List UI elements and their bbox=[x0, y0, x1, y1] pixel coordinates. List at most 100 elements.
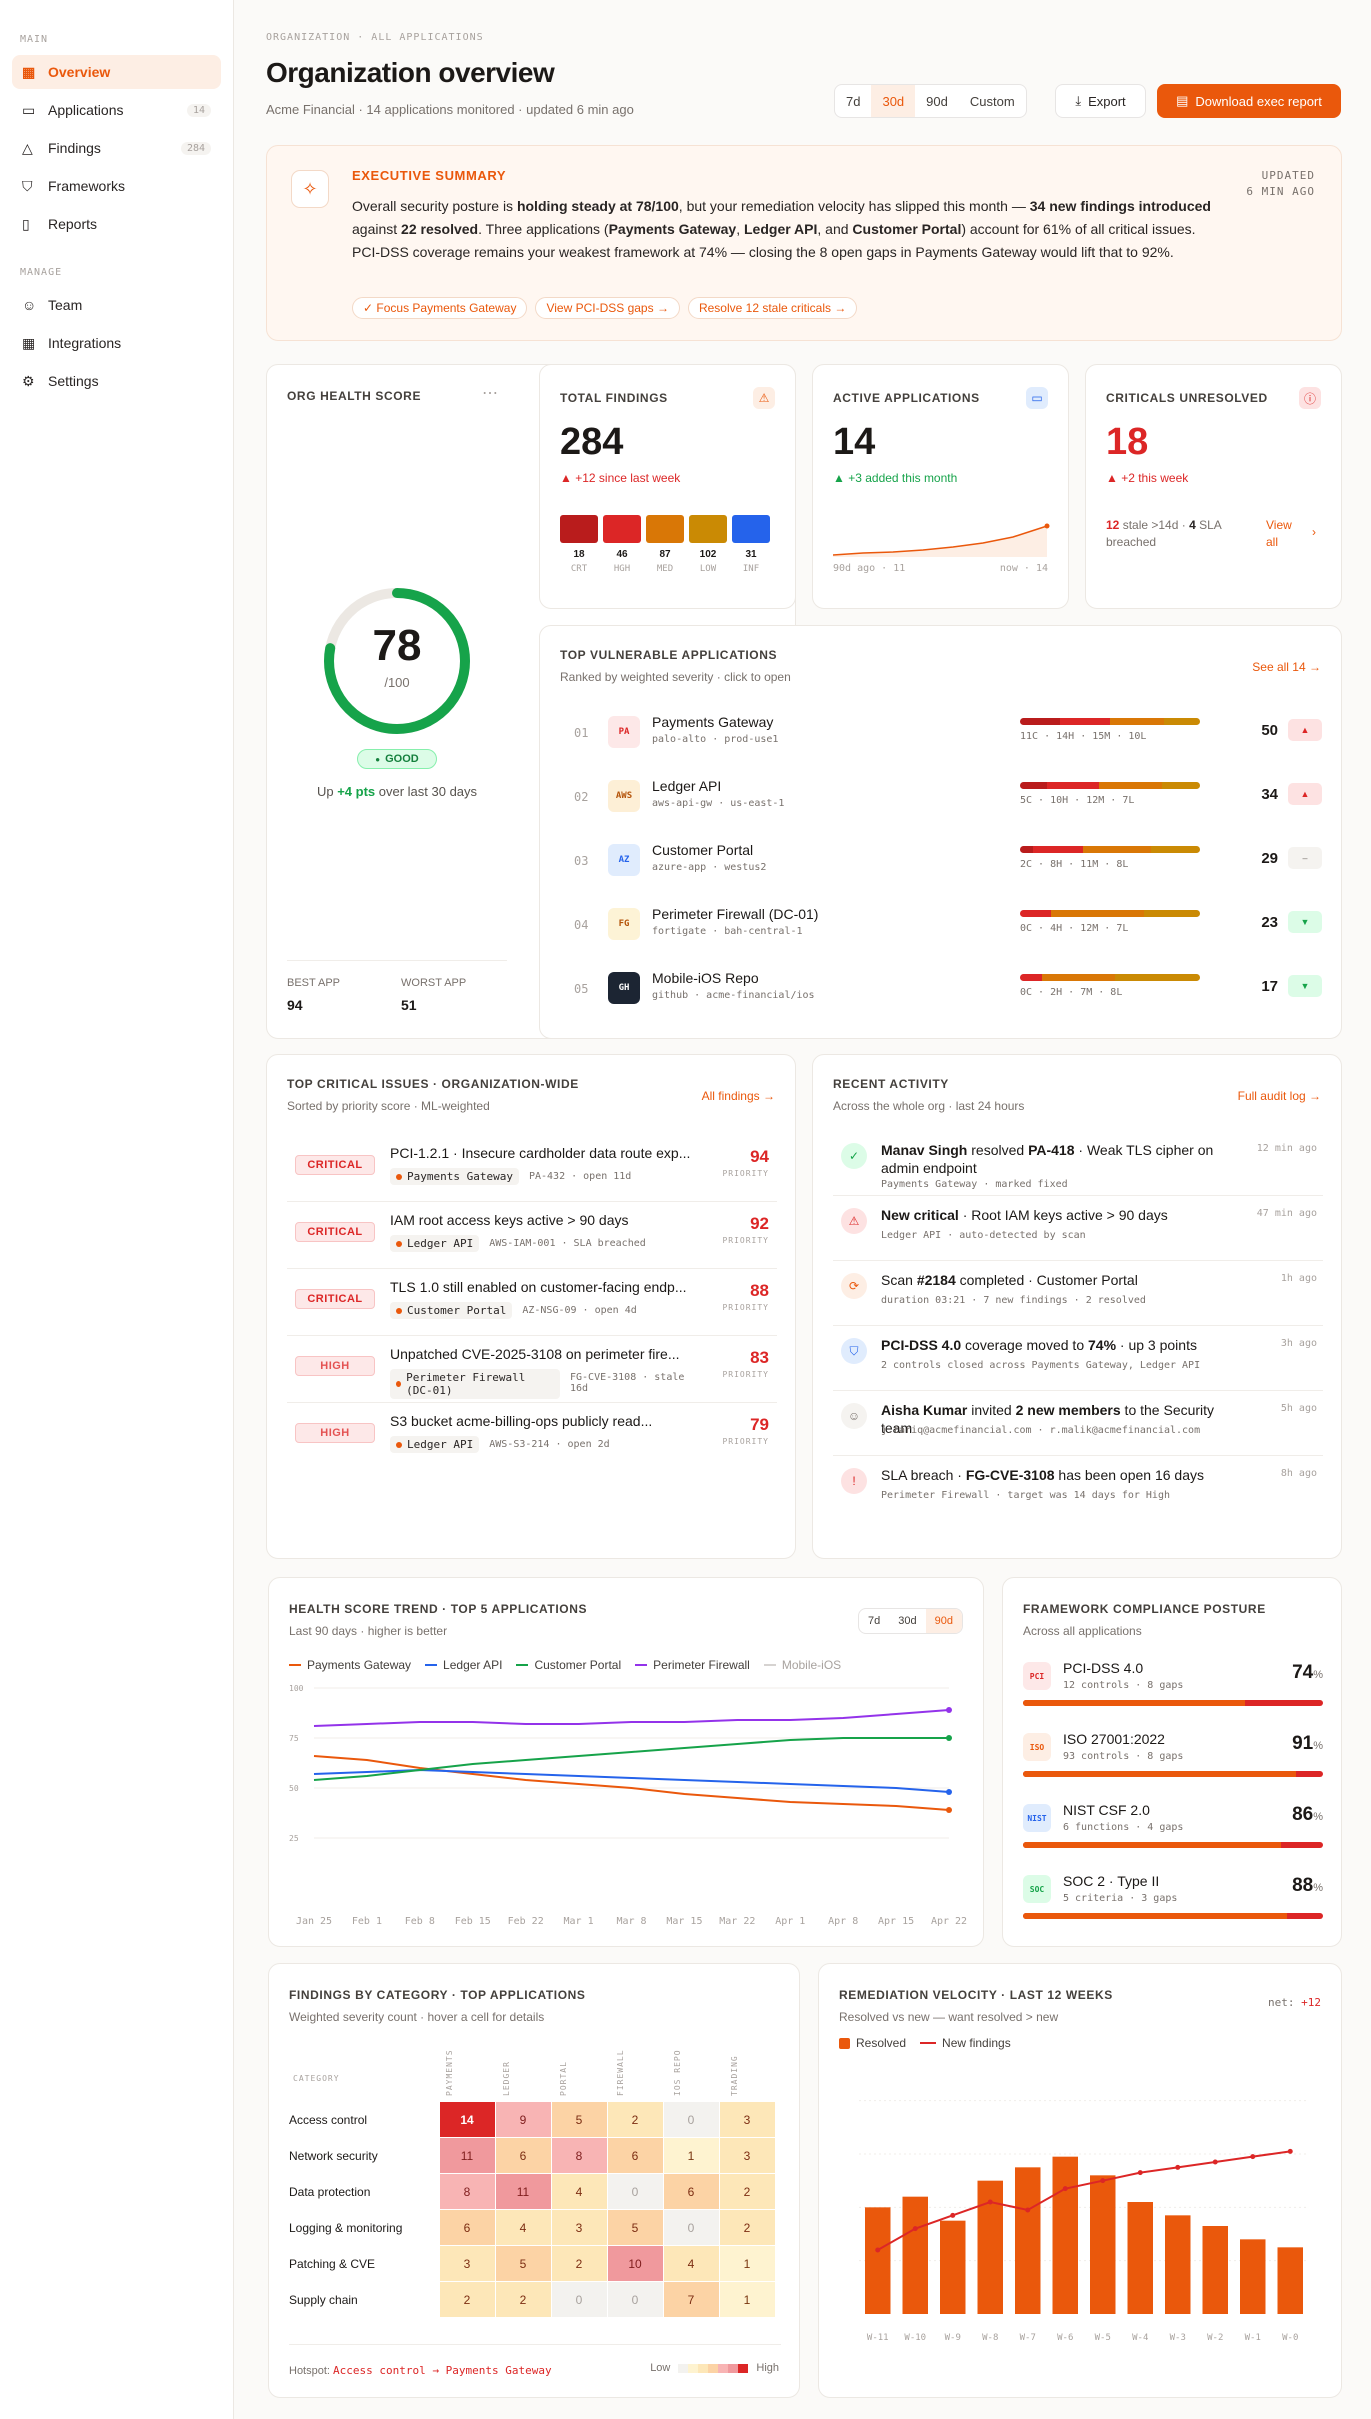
vulnerable-app-row[interactable]: 04 FG Perimeter Firewall (DC-01) fortigate … bbox=[560, 898, 1323, 962]
heatmap-cell[interactable]: 2 bbox=[606, 2101, 664, 2138]
heatmap-cell[interactable]: 6 bbox=[662, 2173, 720, 2210]
heatmap-cell[interactable]: 6 bbox=[494, 2137, 552, 2174]
range-90d[interactable]: 90d bbox=[915, 85, 959, 117]
range-7d[interactable]: 7d bbox=[835, 85, 871, 117]
heatmap-cell[interactable]: 1 bbox=[718, 2281, 776, 2318]
heatmap-cell[interactable]: 5 bbox=[550, 2101, 608, 2138]
export-button[interactable]: ⤓ Export bbox=[1055, 84, 1146, 118]
all-findings-link[interactable]: All findings → bbox=[702, 1089, 775, 1103]
active-apps-delta: ▲ +3 added this month bbox=[833, 471, 958, 485]
vulnerable-app-row[interactable]: 01 PA Payments Gateway palo-alto · prod-use… bbox=[560, 706, 1323, 770]
sidebar-item-findings[interactable]: △ Findings 284 bbox=[12, 131, 221, 165]
heatmap-cell[interactable]: 0 bbox=[662, 2209, 720, 2246]
heatmap-cell[interactable]: 3 bbox=[718, 2137, 776, 2174]
heatmap-cell[interactable]: 7 bbox=[662, 2281, 720, 2318]
sidebar-item-applications[interactable]: ▭ Applications 14 bbox=[12, 93, 221, 127]
sidebar-item-team[interactable]: ☺ Team bbox=[12, 288, 221, 322]
issue-row[interactable]: HIGH S3 bucket acme-billing-ops publicly … bbox=[287, 1403, 777, 1470]
issue-row[interactable]: CRITICAL PCI-1.2.1 · Insecure cardholder … bbox=[287, 1135, 777, 1202]
see-all-apps-link[interactable]: See all 14 → bbox=[1252, 660, 1321, 674]
heatmap-cell[interactable]: 2 bbox=[718, 2173, 776, 2210]
resolved-bar bbox=[865, 2207, 891, 2314]
heatmap-cell[interactable]: 9 bbox=[494, 2101, 552, 2138]
heatmap-cell[interactable]: 10 bbox=[606, 2245, 664, 2282]
trend-x-tick: Feb 15 bbox=[455, 1916, 491, 1927]
heatmap-cell[interactable]: 2 bbox=[718, 2209, 776, 2246]
severity-count: 102 bbox=[699, 549, 717, 560]
heatmap-cell[interactable]: 5 bbox=[494, 2245, 552, 2282]
resolved-bar bbox=[1165, 2215, 1191, 2314]
framework-row[interactable]: PCI PCI-DSS 4.0 12 controls · 8 gaps 74% bbox=[1023, 1658, 1323, 1729]
range-30d[interactable]: 30d bbox=[871, 85, 916, 117]
heatmap-cell[interactable]: 1 bbox=[662, 2137, 720, 2174]
framework-row[interactable]: NIST NIST CSF 2.0 6 functions · 4 gaps 86% bbox=[1023, 1800, 1323, 1871]
activity-text-part: Scan bbox=[881, 1272, 917, 1288]
sidebar-item-overview[interactable]: ▦ Overview bbox=[12, 55, 221, 89]
heatmap-column-header: IOS REPO bbox=[673, 2049, 682, 2096]
issue-row[interactable]: CRITICAL TLS 1.0 still enabled on custome… bbox=[287, 1269, 777, 1336]
velocity-x-tick: W-10 bbox=[904, 2333, 926, 2343]
summary-chip[interactable]: View PCI-DSS gaps → bbox=[535, 297, 680, 319]
trend-range-30d[interactable]: 30d bbox=[889, 1609, 925, 1633]
activity-text-part: 74% bbox=[1088, 1337, 1117, 1353]
scale-high: High bbox=[756, 2362, 779, 2374]
heatmap-cell[interactable]: 4 bbox=[494, 2209, 552, 2246]
vulnerable-app-row[interactable]: 02 AWS Ledger API aws-api-gw · us-east-1 5C … bbox=[560, 770, 1323, 834]
sidebar-item-integrations[interactable]: ▦ Integrations bbox=[12, 326, 221, 360]
heatmap-cell[interactable]: 4 bbox=[550, 2173, 608, 2210]
heatmap-cell[interactable]: 1 bbox=[718, 2245, 776, 2282]
heatmap-cell[interactable]: 14 bbox=[438, 2101, 496, 2138]
issue-row[interactable]: CRITICAL IAM root access keys active > 90… bbox=[287, 1202, 777, 1269]
summary-chip[interactable]: ✓ Focus Payments Gateway bbox=[352, 297, 528, 319]
heatmap-cell[interactable]: 11 bbox=[494, 2173, 552, 2210]
trend-x-tick: Feb 22 bbox=[508, 1916, 544, 1927]
audit-log-link[interactable]: Full audit log → bbox=[1238, 1089, 1321, 1103]
heatmap-cell[interactable]: 0 bbox=[662, 2101, 720, 2138]
activity-time: 3h ago bbox=[1280, 1338, 1317, 1349]
heatmap-cell[interactable]: 3 bbox=[438, 2245, 496, 2282]
heatmap-cell[interactable]: 3 bbox=[550, 2209, 608, 2246]
heatmap-cell[interactable]: 2 bbox=[438, 2281, 496, 2318]
vulnerable-app-row[interactable]: 05 GH Mobile-iOS Repo github · acme-financi… bbox=[560, 962, 1323, 1026]
heatmap-cell[interactable]: 2 bbox=[494, 2281, 552, 2318]
range-custom[interactable]: Custom bbox=[959, 85, 1026, 117]
sidebar-item-frameworks[interactable]: ⛉ Frameworks bbox=[12, 169, 221, 203]
trend-range-90d[interactable]: 90d bbox=[925, 1609, 962, 1633]
trend-x-tick: Feb 1 bbox=[352, 1916, 382, 1927]
download-exec-report-button[interactable]: ▤ Download exec report bbox=[1157, 84, 1341, 118]
vulnerable-app-row[interactable]: 03 AZ Customer Portal azure-app · westus2 2C… bbox=[560, 834, 1323, 898]
severity-segment bbox=[1082, 846, 1152, 853]
sidebar-item-reports[interactable]: ▯ Reports bbox=[12, 207, 221, 241]
heatmap-cell[interactable]: 8 bbox=[550, 2137, 608, 2174]
heatmap-cell[interactable]: 0 bbox=[606, 2281, 664, 2318]
heatmap-cell[interactable]: 8 bbox=[438, 2173, 496, 2210]
issue-priority-score: 79 bbox=[750, 1415, 769, 1434]
activity-time: 5h ago bbox=[1280, 1403, 1317, 1414]
heatmap-cell[interactable]: 6 bbox=[606, 2137, 664, 2174]
criticals-breakdown: 12 stale >14d · 4 SLA breached bbox=[1106, 517, 1246, 551]
heatmap-cell[interactable]: 0 bbox=[550, 2281, 608, 2318]
view-all-criticals-link[interactable]: View all bbox=[1266, 517, 1306, 551]
heatmap-cell[interactable]: 6 bbox=[438, 2209, 496, 2246]
app-score: 34 bbox=[1261, 786, 1278, 803]
heatmap-cell[interactable]: 11 bbox=[438, 2137, 496, 2174]
severity-count: 31 bbox=[745, 549, 757, 560]
summary-chip[interactable]: Resolve 12 stale criticals → bbox=[687, 297, 858, 319]
heatmap-cell[interactable]: 3 bbox=[718, 2101, 776, 2138]
trend-range-7d[interactable]: 7d bbox=[859, 1609, 889, 1633]
heatmap-cell[interactable]: 0 bbox=[606, 2173, 664, 2210]
gear-icon: ⚙ bbox=[22, 373, 35, 389]
heatmap-cell[interactable]: 2 bbox=[550, 2245, 608, 2282]
sidebar-item-settings[interactable]: ⚙ Settings bbox=[12, 364, 221, 398]
priority-label: PRIORITY bbox=[722, 1437, 769, 1446]
health-note-delta: +4 pts bbox=[337, 784, 376, 799]
activity-text-part: New critical bbox=[881, 1207, 959, 1223]
new-findings-point bbox=[1250, 2154, 1256, 2160]
heatmap-cell[interactable]: 5 bbox=[606, 2209, 664, 2246]
framework-row[interactable]: SOC SOC 2 · Type II 5 criteria · 3 gaps 88% bbox=[1023, 1871, 1323, 1942]
heatmap-cell[interactable]: 4 bbox=[662, 2245, 720, 2282]
more-icon[interactable]: ⋯ bbox=[482, 383, 498, 403]
issue-app-tag: Ledger API bbox=[390, 1436, 480, 1453]
issue-row[interactable]: HIGH Unpatched CVE-2025-3108 on perimeter… bbox=[287, 1336, 777, 1403]
framework-row[interactable]: ISO ISO 27001:2022 93 controls · 8 gaps 91% bbox=[1023, 1729, 1323, 1800]
